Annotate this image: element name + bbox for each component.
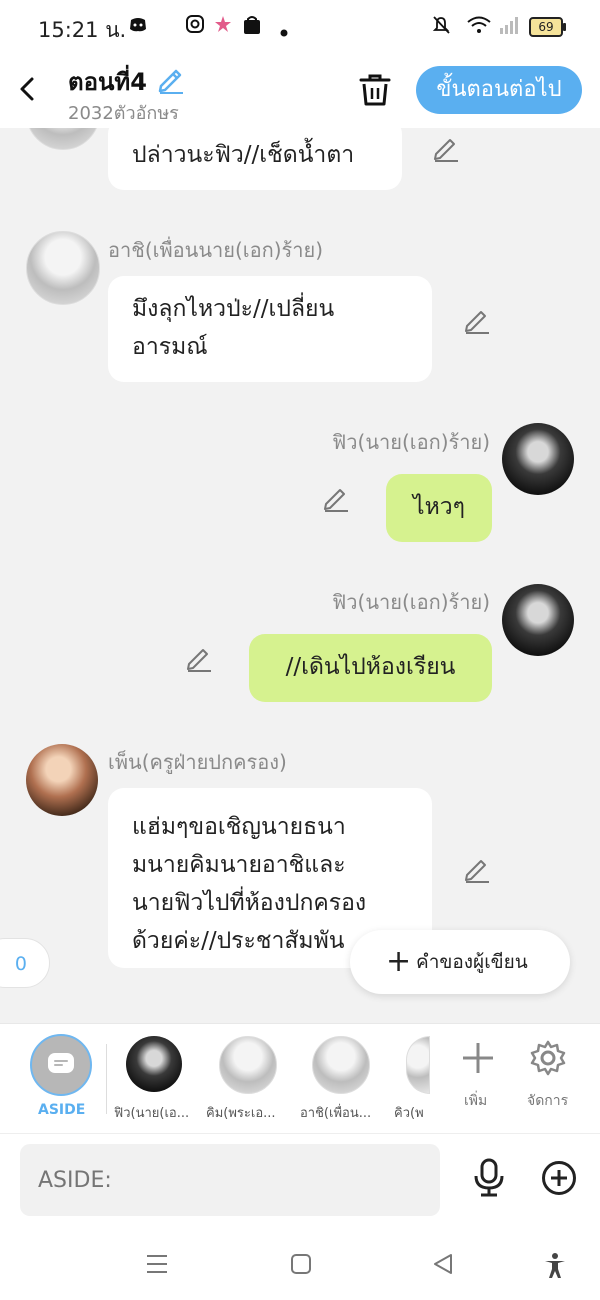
- edit-pencil-icon[interactable]: [463, 855, 491, 883]
- avatar[interactable]: [26, 744, 98, 816]
- character-name: อาชิ(เพื่อน...: [300, 1106, 372, 1121]
- edit-pencil-icon[interactable]: [322, 484, 350, 512]
- aside-label: ASIDE: [38, 1102, 86, 1118]
- author-note-label: คำของผู้เขียน: [416, 951, 528, 973]
- message-bubble[interactable]: //เดินไปห้องเรียน: [249, 634, 492, 702]
- discord-icon: [128, 15, 148, 40]
- add-label[interactable]: เพิ่ม: [464, 1090, 487, 1112]
- trash-icon[interactable]: [357, 72, 393, 108]
- back-triangle-icon[interactable]: [431, 1252, 457, 1278]
- character-name: คิว(พ: [394, 1106, 424, 1121]
- system-nav-bar: [0, 1228, 600, 1300]
- message-bubble[interactable]: ปล่าวนะฟิว//เช็ดน้ำตา: [108, 128, 402, 190]
- character-count: 2032ตัวอักษร: [68, 103, 179, 124]
- home-square-icon[interactable]: [289, 1252, 315, 1278]
- status-time: 15:21 น.: [38, 18, 127, 42]
- signal-icon: [498, 15, 520, 40]
- microphone-icon[interactable]: [470, 1158, 508, 1198]
- next-step-button[interactable]: ขั้นตอนต่อไป: [416, 66, 582, 114]
- composer-bar: [0, 1133, 600, 1229]
- divider: [106, 1044, 107, 1114]
- chat-bubble-icon: [48, 1053, 74, 1073]
- avatar[interactable]: [26, 231, 100, 305]
- edit-title-pencil-icon[interactable]: [156, 64, 186, 94]
- character-avatar[interactable]: [406, 1036, 430, 1094]
- edit-pencil-icon[interactable]: [185, 644, 213, 672]
- wifi-icon: [466, 15, 492, 40]
- sender-name: อาชิ(เพื่อนนาย(เอก)ร้าย): [108, 238, 323, 262]
- edit-pencil-icon[interactable]: [432, 134, 460, 162]
- character-avatar[interactable]: [219, 1036, 277, 1094]
- top-app-bar: ตอนที่4 2032ตัวอักษร ขั้นตอนต่อไป: [0, 56, 600, 128]
- plus-icon: +: [386, 944, 412, 979]
- battery-icon: 69: [529, 17, 566, 37]
- menu-icon[interactable]: [145, 1252, 171, 1278]
- avatar[interactable]: [26, 128, 100, 150]
- add-icon[interactable]: [458, 1038, 498, 1078]
- message-bubble[interactable]: ไหวๆ: [386, 474, 492, 542]
- page-title: ตอนที่4: [68, 68, 147, 96]
- star-app-icon: [214, 15, 232, 38]
- character-avatar[interactable]: [126, 1036, 182, 1092]
- add-circle-icon[interactable]: [541, 1160, 577, 1196]
- author-note-button[interactable]: + คำของผู้เขียน: [350, 930, 570, 994]
- instagram-icon: [186, 15, 204, 38]
- character-avatar[interactable]: [312, 1036, 370, 1094]
- shopping-bag-icon: [243, 15, 261, 40]
- back-chevron-icon[interactable]: [14, 74, 40, 104]
- sender-name: เพ็น(ครูฝ่ายปกครอง): [108, 750, 287, 774]
- edit-pencil-icon[interactable]: [463, 306, 491, 334]
- sender-name: ฟิว(นาย(เอก)ร้าย): [332, 430, 490, 454]
- chat-area[interactable]: ปล่าวนะฟิว//เช็ดน้ำตา อาชิ(เพื่อนนาย(เอก…: [0, 128, 600, 1023]
- avatar[interactable]: [502, 584, 574, 656]
- character-name: คิม(พระเอ...: [206, 1106, 276, 1121]
- character-name: ฟิว(นาย(เอ...: [114, 1106, 190, 1121]
- manage-label[interactable]: จัดการ: [527, 1090, 568, 1112]
- aside-button[interactable]: [30, 1034, 92, 1096]
- gear-icon[interactable]: [528, 1038, 568, 1078]
- sender-name: ฟิว(นาย(เอก)ร้าย): [332, 590, 490, 614]
- message-bubble[interactable]: มึงลุกไหวป่ะ//เปลี่ยน อารมณ์: [108, 276, 432, 382]
- status-bar: 15:21 น. 69: [0, 0, 600, 56]
- character-selector: ASIDE ฟิว(นาย(เอ... คิม(พระเอ... อาชิ(เพ…: [0, 1023, 600, 1134]
- counter-badge[interactable]: 0: [0, 938, 50, 988]
- avatar[interactable]: [502, 423, 574, 495]
- dot-icon: [280, 20, 288, 42]
- message-input[interactable]: [20, 1144, 440, 1216]
- accessibility-icon[interactable]: [542, 1252, 568, 1278]
- mute-icon: [432, 15, 458, 40]
